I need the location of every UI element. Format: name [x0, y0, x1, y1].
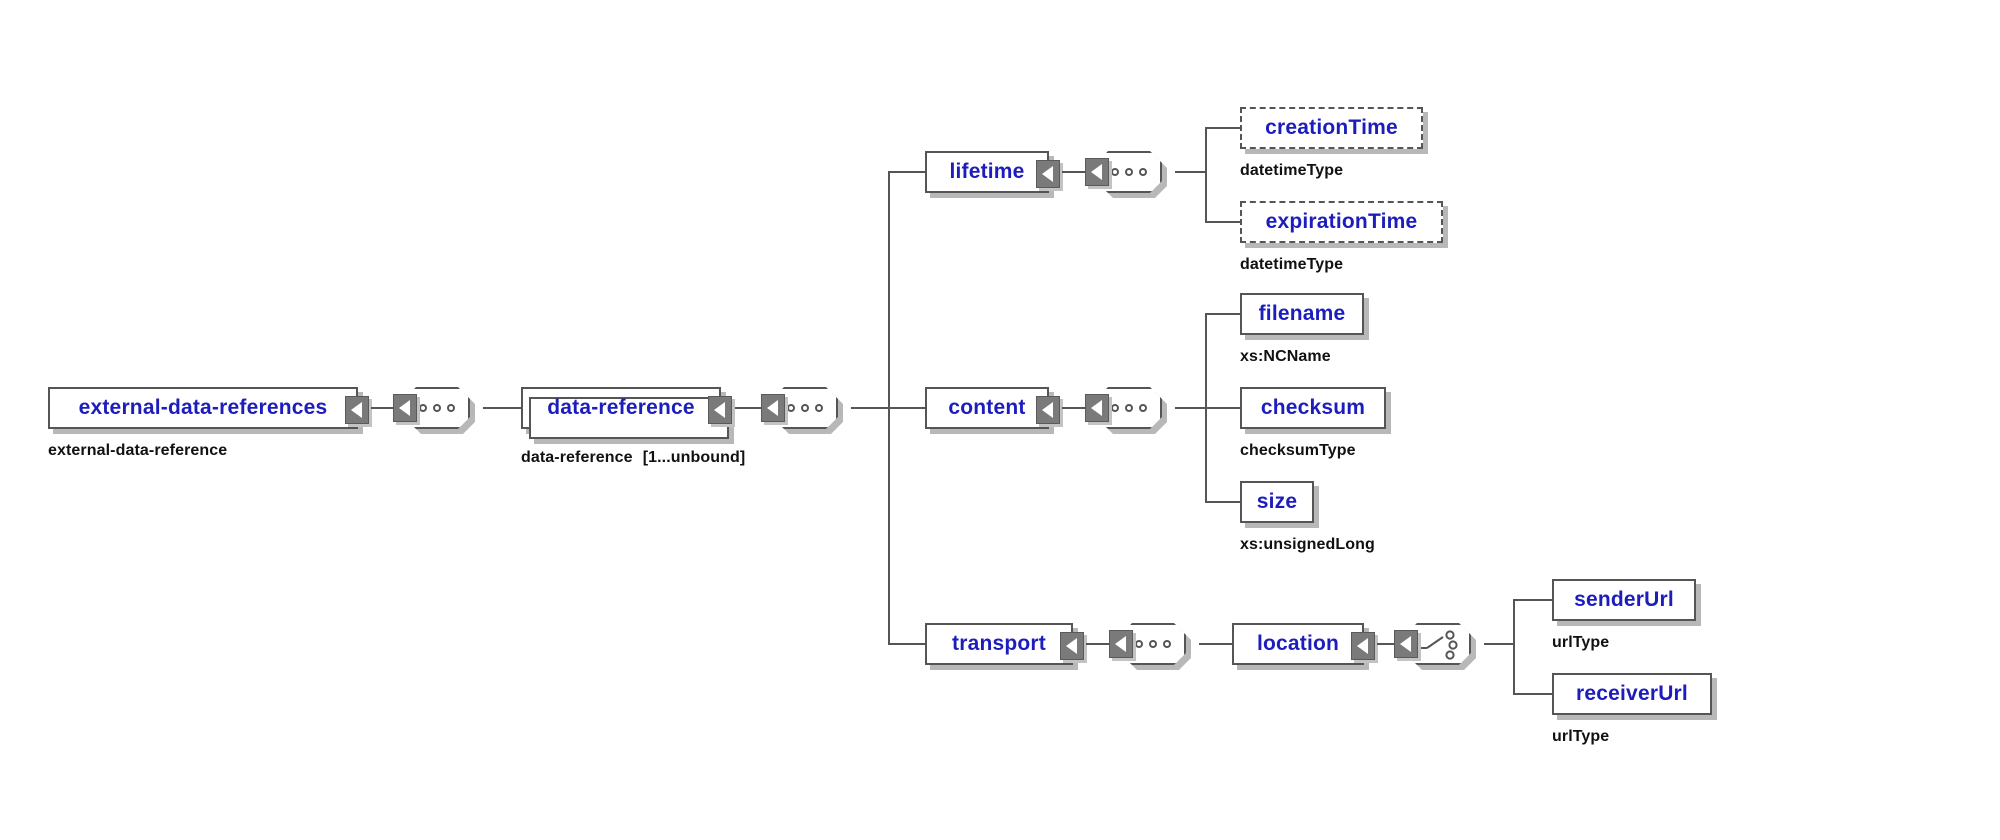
type-caption-data-reference: data-reference [1...unbound] — [521, 449, 745, 467]
connector-spine-to-content — [888, 407, 926, 409]
type-caption-creation-time: datetimeType — [1240, 162, 1344, 179]
connector-spine-to-lifetime — [888, 171, 926, 173]
connector-to-size — [1205, 501, 1241, 503]
connector-sequence-to-data-reference — [483, 407, 521, 409]
has-children-arrow-icon — [708, 396, 732, 424]
occurrence-indicator: [1...unbound] — [642, 449, 746, 466]
element-node-lifetime[interactable]: lifetime — [925, 151, 1060, 193]
has-children-arrow-icon — [1109, 630, 1133, 658]
has-children-arrow-icon — [345, 396, 369, 424]
type-caption-receiver-url: urlType — [1552, 728, 1610, 745]
element-node-transport[interactable]: transport — [925, 623, 1084, 665]
connector-to-creation-time — [1205, 127, 1241, 129]
connector-to-checksum — [1205, 407, 1241, 409]
connector-choice-branch-stem — [1484, 643, 1514, 645]
has-children-arrow-icon — [1085, 158, 1109, 186]
element-label: external-data-references — [78, 396, 328, 419]
element-label: location — [1256, 632, 1340, 655]
element-label: checksum — [1260, 396, 1366, 419]
element-label: senderUrl — [1574, 588, 1674, 611]
element-label: lifetime — [949, 160, 1025, 183]
has-children-arrow-icon — [1394, 630, 1418, 658]
type-caption-checksum: checksumType — [1240, 442, 1356, 459]
has-children-arrow-icon — [1351, 632, 1375, 660]
element-label: receiverUrl — [1576, 682, 1688, 705]
element-node-content[interactable]: content — [925, 387, 1060, 429]
connector-choice-branch-spine — [1513, 599, 1515, 695]
element-node-checksum[interactable]: checksum — [1240, 387, 1386, 429]
element-label: content — [948, 396, 1026, 419]
connector-to-filename — [1205, 313, 1241, 315]
element-node-filename[interactable]: filename — [1240, 293, 1364, 335]
element-label: transport — [952, 632, 1046, 655]
xsd-diagram-canvas: external-data-references external-data-r… — [0, 0, 2000, 840]
element-label: data-reference — [547, 396, 695, 419]
element-label: size — [1256, 490, 1298, 513]
type-caption-external-data-references: external-data-reference — [48, 442, 228, 459]
connector-branch-stem — [851, 407, 889, 409]
element-label: creationTime — [1265, 116, 1398, 139]
connector-content-branch-stem — [1175, 407, 1206, 409]
connector-to-expiration-time — [1205, 221, 1241, 223]
connector-to-receiver-url — [1513, 693, 1553, 695]
has-children-arrow-icon — [1060, 632, 1084, 660]
element-node-external-data-references[interactable]: external-data-references — [48, 387, 369, 429]
element-node-data-reference[interactable]: data-reference — [521, 387, 732, 439]
has-children-arrow-icon — [1036, 160, 1060, 188]
connector-lifetime-branch-spine — [1205, 127, 1207, 223]
type-caption-text: data-reference — [521, 449, 633, 466]
element-node-location[interactable]: location — [1232, 623, 1375, 665]
connector-lifetime-branch-stem — [1175, 171, 1206, 173]
has-children-arrow-icon — [761, 394, 785, 422]
element-node-sender-url[interactable]: senderUrl — [1552, 579, 1696, 621]
element-label: filename — [1258, 302, 1346, 325]
connector-sequence-to-location — [1199, 643, 1232, 645]
element-node-receiver-url[interactable]: receiverUrl — [1552, 673, 1712, 715]
element-label: expirationTime — [1265, 210, 1418, 233]
type-caption-sender-url: urlType — [1552, 634, 1610, 651]
has-children-arrow-icon — [1085, 394, 1109, 422]
element-node-size[interactable]: size — [1240, 481, 1314, 523]
element-node-creation-time[interactable]: creationTime — [1240, 107, 1423, 149]
connector-to-sender-url — [1513, 599, 1553, 601]
element-node-expiration-time[interactable]: expirationTime — [1240, 201, 1443, 243]
type-caption-filename: xs:NCName — [1240, 348, 1331, 365]
has-children-arrow-icon — [1036, 396, 1060, 424]
has-children-arrow-icon — [393, 394, 417, 422]
type-caption-size: xs:unsignedLong — [1240, 536, 1375, 553]
type-caption-expiration-time: datetimeType — [1240, 256, 1344, 273]
connector-spine-to-transport — [888, 643, 926, 645]
